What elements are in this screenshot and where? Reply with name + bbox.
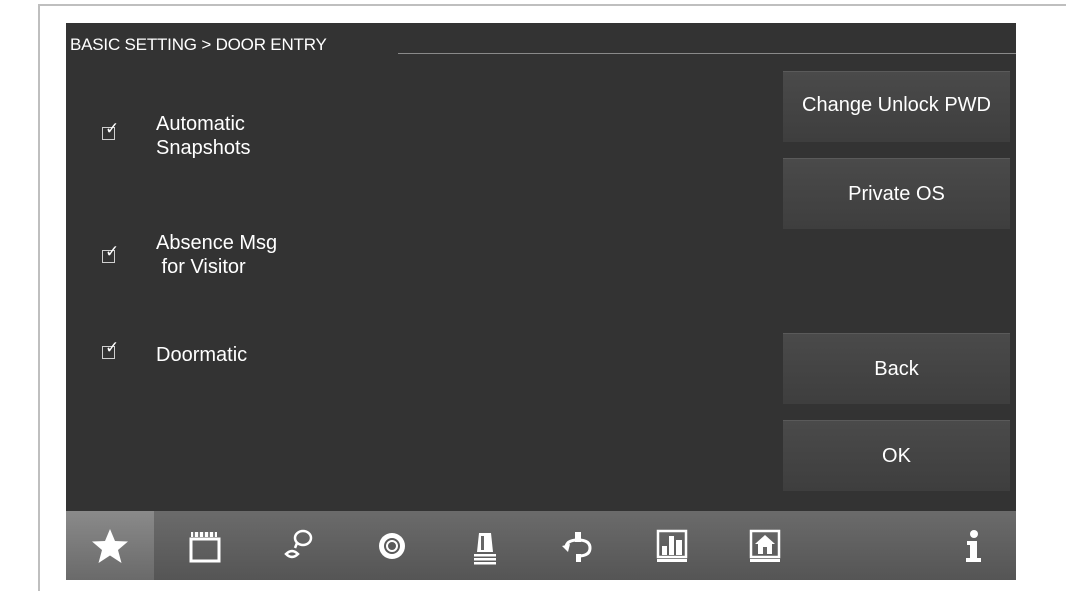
doormatic-label: Doormatic [156, 344, 248, 366]
star-icon [92, 528, 128, 563]
nav-info[interactable] [928, 511, 1016, 580]
ok-button[interactable]: OK [783, 420, 1010, 491]
automatic-snapshots-checkbox[interactable]: ✓ [102, 121, 119, 142]
alarm-siren-icon [474, 532, 496, 564]
automatic-snapshots-label: Automatic Snapshots [156, 113, 251, 159]
back-button[interactable]: Back [783, 333, 1010, 404]
device-screen: BASIC SETTING > DOOR ENTRY ✓ Automatic S… [66, 23, 1016, 580]
nav-camera[interactable] [348, 511, 436, 580]
check-icon: ✓ [105, 338, 120, 358]
camera-lens-icon [379, 532, 405, 559]
frame-border-top [38, 4, 1066, 6]
clapperboard-icon [189, 531, 221, 562]
change-unlock-pwd-button[interactable]: Change Unlock PWD [783, 71, 1010, 142]
absence-msg-label: Absence Msg for Visitor [156, 232, 278, 278]
nav-home[interactable] [721, 511, 809, 580]
breadcrumb: BASIC SETTING > DOOR ENTRY [70, 35, 327, 54]
title-divider [398, 53, 1016, 54]
check-icon: ✓ [105, 242, 120, 262]
nav-satellite[interactable] [534, 511, 622, 580]
nav-favorites[interactable] [66, 511, 154, 580]
satellite-rotate-icon [562, 531, 592, 562]
nav-intercom[interactable] [254, 511, 342, 580]
intercom-speech-icon [284, 529, 313, 558]
check-icon: ✓ [105, 119, 120, 139]
frame-border-left [38, 4, 40, 591]
home-icon [749, 529, 781, 562]
doormatic-checkbox[interactable]: ✓ [102, 340, 119, 361]
nav-building[interactable] [628, 511, 716, 580]
bottom-nav-bar [66, 511, 1016, 580]
private-os-button[interactable]: Private OS [783, 158, 1010, 229]
nav-media[interactable] [161, 511, 249, 580]
absence-msg-checkbox[interactable]: ✓ [102, 244, 119, 265]
nav-alarm[interactable] [441, 511, 529, 580]
building-control-icon [656, 529, 688, 562]
info-icon [966, 529, 981, 562]
